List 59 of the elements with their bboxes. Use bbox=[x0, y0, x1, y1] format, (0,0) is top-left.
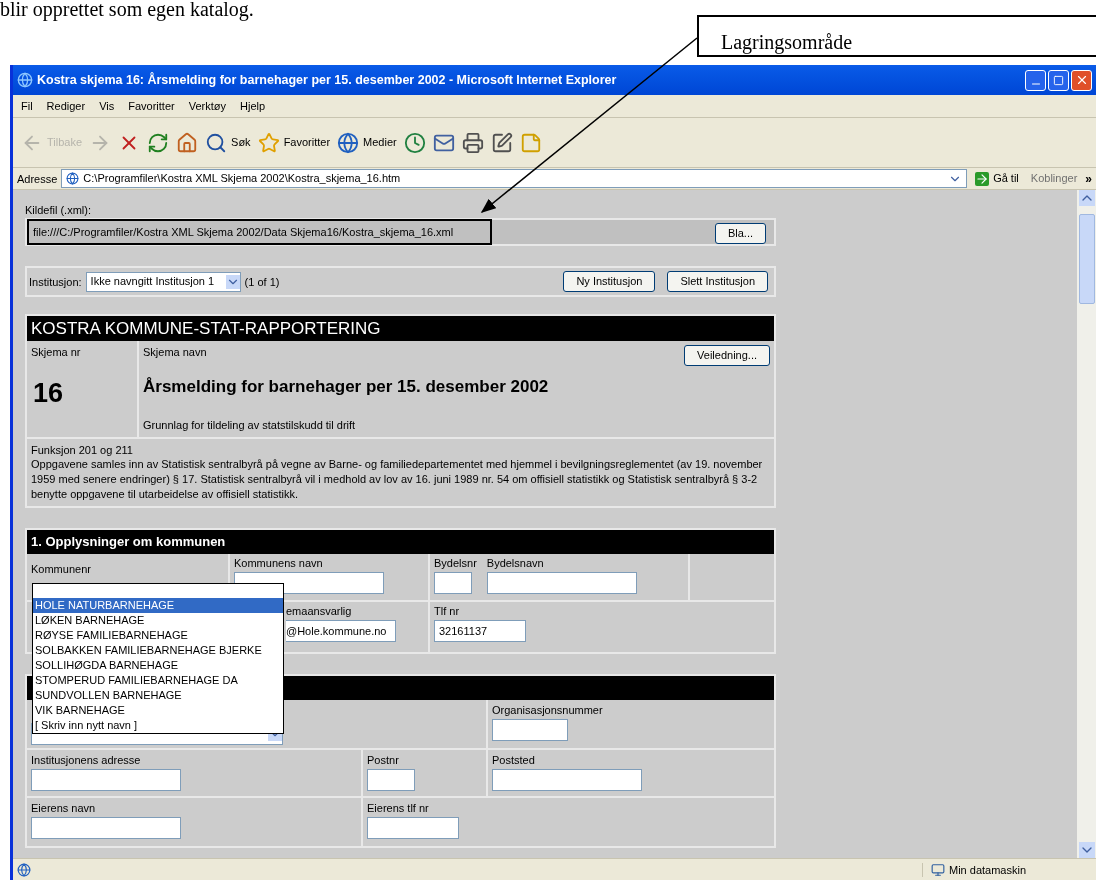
menu-item[interactable]: Hjelp bbox=[240, 97, 266, 115]
field-label: Organisasjonsnummer bbox=[492, 703, 604, 717]
field-label: Bydelsnavn bbox=[486, 556, 545, 570]
form-number: 16 bbox=[33, 377, 65, 410]
dropdown-option[interactable]: STOMPERUD FAMILIEBARNEHAGE DA bbox=[33, 673, 283, 688]
field-label: Kommunenr bbox=[31, 563, 91, 575]
email-field[interactable]: @Hole.kommune.no bbox=[286, 620, 396, 642]
dropdown-option[interactable]: [ Skriv inn nytt navn ] bbox=[33, 718, 283, 733]
guide-button[interactable]: Veiledning... bbox=[684, 345, 770, 366]
dropdown-option[interactable]: SUNDVOLLEN BARNEHAGE bbox=[33, 688, 283, 703]
file-path-text: file:///C:/Programfiler/Kostra XML Skjema 2002/Data Skjema16/Kostra_skjema_16.xml bbox=[27, 219, 492, 245]
menu-item[interactable]: Fil bbox=[21, 97, 33, 115]
phone-field[interactable]: 32161137 bbox=[434, 620, 526, 642]
dropdown-option[interactable]: SOLBAKKEN FAMILIEBARNEHAGE BJERKE bbox=[33, 643, 283, 658]
field-label: Bydelsnr bbox=[434, 556, 477, 570]
field-label: Institusjonens adresse bbox=[31, 753, 142, 767]
form-name: Årsmelding for barnehager per 15. desember 2002 bbox=[143, 376, 550, 398]
toolbar-button[interactable]: Søk bbox=[205, 126, 251, 159]
body-text: blir opprettet som egen katalog. bbox=[0, 0, 254, 20]
zone-label: Min datamaskin bbox=[949, 862, 1027, 877]
window-title: Kostra skjema 16: Årsmelding for barnehager per 15. desember 2002 - Microsoft Internet Explorer bbox=[37, 71, 617, 89]
form-subtitle: Grunnlag for tildeling av statstilskudd til drift bbox=[143, 417, 357, 433]
menu-item[interactable]: Favoritter bbox=[128, 97, 175, 115]
dropdown-option[interactable]: RØYSE FAMILIEBARNEHAGE bbox=[33, 628, 283, 643]
toolbar-button[interactable]: Favoritter bbox=[257, 126, 331, 159]
description-text: Oppgavene samles inn av Statistisk sentralbyrå på vegne av Barne- og familiedepartementet med hjemmel i bevilgningsreglementet (av 19. november 1959 med senere endringer) § 17. Statistisk sentralbyrå vil i medhold av lov av 16. juni 1989 nr. 54 om offisiell statistikk og Statistisk sentralbyrå § 3-2 benytte oppgavene til utarbeidelse av offisiell statistikk. bbox=[31, 457, 764, 502]
callout-box: Lagringsområde bbox=[697, 15, 1096, 57]
field-label: Postnr bbox=[367, 753, 400, 767]
dropdown-option[interactable]: LØKEN BARNEHAGE bbox=[33, 613, 283, 628]
address-label: Adresse bbox=[17, 171, 58, 186]
dropdown-option[interactable]: VIK BARNEHAGE bbox=[33, 703, 283, 718]
field-label: Skjema nr bbox=[31, 345, 82, 359]
field-label: Skjema navn bbox=[143, 345, 207, 360]
institution-label: Institusjon: bbox=[29, 274, 82, 289]
toolbar-button[interactable]: Medier bbox=[337, 126, 397, 159]
field-label: Eierens navn bbox=[31, 801, 97, 815]
new-institution-button[interactable]: Ny Institusjon bbox=[563, 271, 656, 292]
dropdown-option[interactable]: HOLE NATURBARNEHAGE bbox=[33, 598, 283, 613]
source-label: Kildefil (.xml): bbox=[25, 203, 92, 217]
more-chevron[interactable]: » bbox=[1085, 169, 1092, 188]
dropdown-option[interactable]: SOLLIHØGDA BARNEHAGE bbox=[33, 658, 283, 673]
header-title: KOSTRA KOMMUNE-STAT-RAPPORTERING bbox=[31, 317, 381, 340]
institution-select[interactable]: Ikke navngitt Institusjon 1 bbox=[85, 271, 241, 292]
menu-item[interactable]: Verktøy bbox=[188, 97, 226, 115]
menu-item[interactable]: Rediger bbox=[46, 97, 86, 115]
field-label: Tlf nr bbox=[434, 604, 461, 618]
browse-button[interactable]: Bla... bbox=[714, 222, 766, 244]
field-label: Kommunens navn bbox=[234, 556, 324, 570]
links-label[interactable]: Koblinger bbox=[1026, 170, 1082, 187]
section-title: 1. Opplysninger om kommunen bbox=[31, 533, 226, 552]
address-field[interactable]: C:\Programfiler\Kostra XML Skjema 2002\Kostra_skjema_16.htm bbox=[61, 169, 968, 188]
menu-item[interactable]: Vis bbox=[99, 97, 115, 115]
field-label: Poststed bbox=[492, 753, 536, 767]
institution-count: (1 of 1) bbox=[244, 274, 280, 289]
field-label: emaansvarlig bbox=[286, 604, 353, 618]
field-label: Eierens tlf nr bbox=[367, 801, 430, 815]
delete-institution-button[interactable]: Slett Institusjon bbox=[667, 271, 768, 292]
function-text: Funksjon 201 og 211 bbox=[31, 443, 134, 457]
go-button[interactable]: Gå til bbox=[971, 170, 1023, 187]
